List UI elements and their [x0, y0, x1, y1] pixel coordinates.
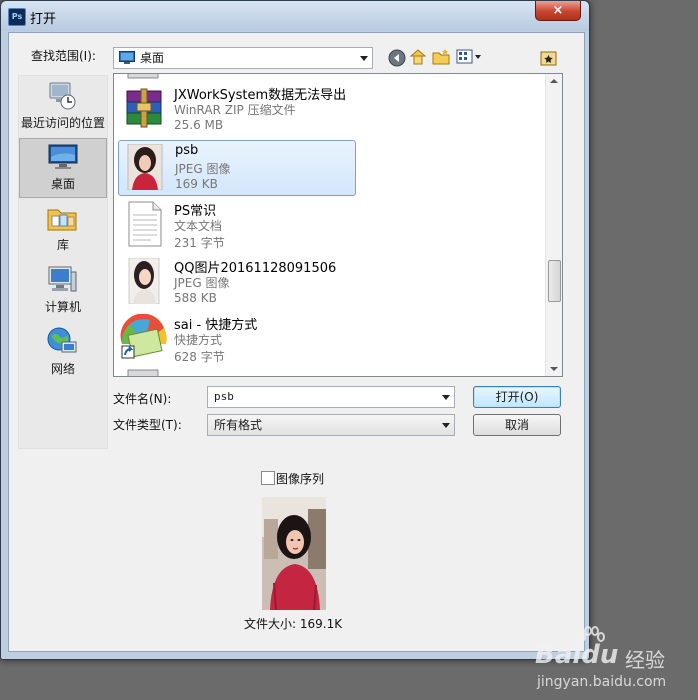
computer-icon [48, 266, 77, 292]
file-type: JPEG 图像 [175, 162, 231, 176]
file-item-selected[interactable]: psb JPEG 图像 169 KB [118, 140, 356, 196]
place-label: 桌面 [50, 177, 75, 191]
desktop-icon [48, 144, 78, 169]
file-item[interactable]: QQ图片20161128091506 JPEG 图像 588 KB [118, 255, 354, 309]
back-icon[interactable] [388, 49, 406, 67]
file-size-preview: 文件大小: 169.1K [244, 617, 343, 631]
new-folder-icon[interactable] [432, 48, 450, 66]
text-document-icon [128, 201, 162, 247]
file-name-value: psb [214, 390, 234, 403]
place-label: 计算机 [44, 300, 81, 314]
photoshop-icon: Ps [8, 8, 26, 26]
baidu-watermark: Baidu 经验 jingyan.baidu.com [533, 626, 693, 696]
places-bar: 最近访问的位置 桌面 库 计算机 网络 [18, 75, 108, 449]
scroll-thumb[interactable] [548, 260, 561, 302]
place-computer[interactable]: 计算机 [19, 262, 107, 320]
file-size: 231 字节 [174, 236, 225, 250]
file-list-scrollbar[interactable] [545, 74, 562, 376]
place-libraries[interactable]: 库 [19, 200, 107, 258]
file-name: psb [175, 143, 199, 158]
up-folder-icon[interactable] [409, 48, 427, 66]
place-label: 最近访问的位置 [20, 116, 105, 130]
file-type-dropdown[interactable]: 所有格式 [207, 414, 455, 436]
place-recent[interactable]: 最近访问的位置 [19, 78, 107, 136]
file-type: JPEG 图像 [174, 276, 230, 290]
watermark-brand: Baidu [535, 640, 619, 670]
preview-toggle-icon[interactable] [540, 50, 558, 68]
file-name-label: 文件名(N): [113, 392, 172, 406]
watermark-brand-cn: 经验 [625, 648, 665, 672]
chevron-down-icon [442, 395, 450, 400]
scroll-up-arrow-icon[interactable] [550, 79, 558, 83]
place-label: 网络 [50, 362, 75, 376]
place-network[interactable]: 网络 [19, 324, 107, 382]
partial-file-icon [127, 74, 159, 79]
file-type-label: 文件类型(T): [113, 418, 182, 432]
file-type-value: 所有格式 [214, 418, 263, 432]
file-type: 快捷方式 [174, 333, 223, 347]
view-menu-icon[interactable] [456, 48, 482, 66]
jpeg-thumbnail-icon [127, 144, 163, 190]
chevron-down-icon [360, 56, 368, 61]
close-button[interactable]: × [535, 1, 581, 21]
window-title: 打开 [30, 12, 57, 27]
winrar-archive-icon [126, 88, 162, 128]
file-item[interactable]: JXWorkSystem数据无法导出 WinRAR ZIP 压缩文件 25.6 … [118, 82, 354, 136]
place-label: 库 [56, 238, 69, 252]
network-icon [47, 327, 77, 353]
file-list[interactable]: JXWorkSystem数据无法导出 WinRAR ZIP 压缩文件 25.6 … [113, 73, 563, 377]
open-button[interactable]: 打开(O) [473, 386, 561, 408]
desktop-small-icon [119, 51, 135, 64]
image-sequence-checkbox[interactable] [261, 471, 275, 485]
dialog-body: 查找范围(I): 桌面 最近访问的位置 桌面 库 计算机 网络 JXWorkSy… [8, 32, 585, 652]
look-in-value: 桌面 [140, 51, 165, 65]
file-item[interactable]: PS常识 文本文档 231 字节 [118, 198, 354, 252]
libraries-icon [47, 209, 77, 231]
open-dialog-window: Ps 打开 × 查找范围(I): 桌面 最近访问的位置 桌面 库 计算机 网络 … [0, 0, 590, 660]
cancel-button[interactable]: 取消 [473, 414, 561, 436]
file-type: WinRAR ZIP 压缩文件 [174, 103, 296, 117]
place-desktop[interactable]: 桌面 [19, 138, 107, 198]
chevron-down-icon [442, 423, 450, 428]
look-in-dropdown[interactable]: 桌面 [113, 47, 373, 69]
file-size: 169 KB [175, 177, 218, 191]
jpeg-thumbnail-icon [128, 258, 160, 304]
file-item[interactable]: sai - 快捷方式 快捷方式 628 字节 [118, 312, 354, 366]
image-preview [262, 497, 326, 610]
image-sequence-label: 图像序列 [276, 472, 325, 486]
file-size: 25.6 MB [174, 118, 224, 132]
file-type: 文本文档 [174, 219, 223, 233]
look-in-label: 查找范围(I): [31, 49, 96, 63]
watermark-url: jingyan.baidu.com [537, 674, 667, 690]
file-size: 588 KB [174, 291, 217, 305]
scroll-down-arrow-icon[interactable] [550, 367, 558, 371]
file-size: 628 字节 [174, 350, 225, 364]
title-bar[interactable]: Ps 打开 × [1, 1, 589, 31]
file-name-input[interactable]: psb [207, 386, 455, 408]
sai-shortcut-icon [120, 314, 167, 359]
partial-file-icon [127, 369, 159, 376]
recent-places-icon [49, 82, 76, 110]
